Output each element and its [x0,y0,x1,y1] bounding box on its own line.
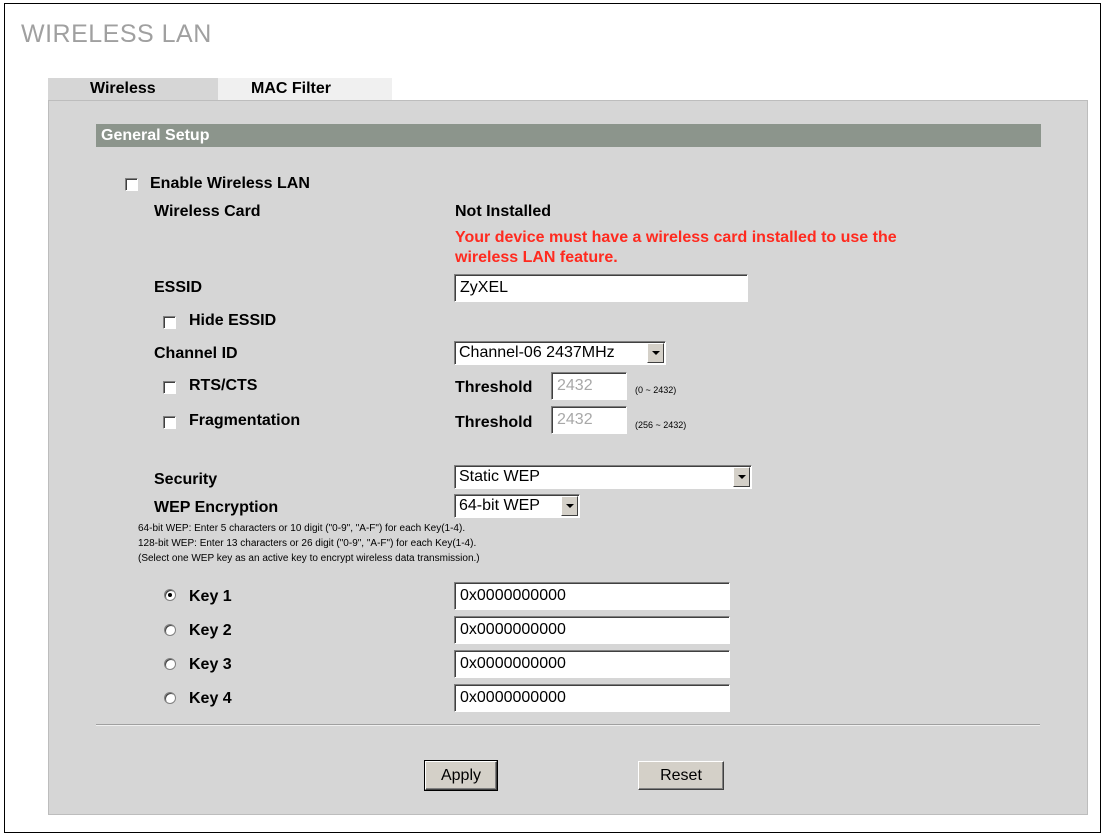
hide-essid-checkbox[interactable] [163,316,176,329]
key4-input[interactable]: 0x0000000000 [454,684,730,712]
wireless-card-status: Not Installed [455,203,552,220]
rts-threshold-label: Threshold [455,379,533,396]
rts-cts-checkbox[interactable] [163,381,176,394]
page-title: WIRELESS LAN [21,20,212,48]
key1-radio[interactable] [164,589,176,601]
tab-wireless[interactable]: Wireless [48,78,218,100]
key1-input[interactable]: 0x0000000000 [454,582,730,610]
wep-encryption-label: WEP Encryption [154,499,279,516]
reset-button[interactable]: Reset [638,761,724,790]
security-label: Security [154,471,218,488]
apply-button[interactable]: Apply [424,760,498,791]
essid-input[interactable]: ZyXEL [454,274,748,302]
security-select[interactable]: Static WEP [454,465,752,489]
key3-radio[interactable] [164,658,176,670]
chevron-down-icon[interactable] [733,467,750,487]
fragmentation-threshold-label: Threshold [455,414,533,431]
wep-encryption-value: 64-bit WEP [459,497,540,514]
rts-threshold-input[interactable]: 2432 [551,372,627,400]
hide-essid-label: Hide ESSID [189,312,277,329]
section-general-setup: General Setup [96,124,1041,147]
wep-note-select-key: (Select one WEP key as an active key to … [138,553,480,564]
rts-threshold-range: (0 ~ 2432) [635,385,677,395]
divider [96,724,1040,726]
key4-radio[interactable] [164,692,176,704]
wireless-card-warning-line1: Your device must have a wireless card in… [455,229,897,246]
essid-label: ESSID [154,279,203,296]
fragmentation-threshold-input[interactable]: 2432 [551,406,627,434]
channel-id-label: Channel ID [154,345,238,362]
wireless-card-warning-line2: wireless LAN feature. [455,249,618,266]
key3-label: Key 3 [189,656,232,673]
key2-label: Key 2 [189,622,232,639]
enable-wireless-label: Enable Wireless LAN [150,175,310,192]
fragmentation-threshold-range: (256 ~ 2432) [635,420,687,430]
enable-wireless-checkbox[interactable] [125,178,138,191]
wep-note-128bit: 128-bit WEP: Enter 13 characters or 26 d… [138,538,477,549]
rts-cts-label: RTS/CTS [189,377,258,394]
key2-radio[interactable] [164,624,176,636]
channel-id-select[interactable]: Channel-06 2437MHz [454,341,666,365]
chevron-down-icon[interactable] [561,496,578,516]
fragmentation-checkbox[interactable] [163,416,176,429]
fragmentation-label: Fragmentation [189,412,301,429]
security-value: Static WEP [459,468,540,485]
key3-input[interactable]: 0x0000000000 [454,650,730,678]
channel-id-value: Channel-06 2437MHz [459,344,615,361]
wep-encryption-select[interactable]: 64-bit WEP [454,494,580,518]
chevron-down-icon[interactable] [647,343,664,363]
wireless-card-label: Wireless Card [154,203,261,220]
key1-label: Key 1 [189,588,232,605]
key2-input[interactable]: 0x0000000000 [454,616,730,644]
key4-label: Key 4 [189,690,232,707]
tab-mac-filter[interactable]: MAC Filter [218,78,392,100]
wep-note-64bit: 64-bit WEP: Enter 5 characters or 10 dig… [138,523,466,534]
